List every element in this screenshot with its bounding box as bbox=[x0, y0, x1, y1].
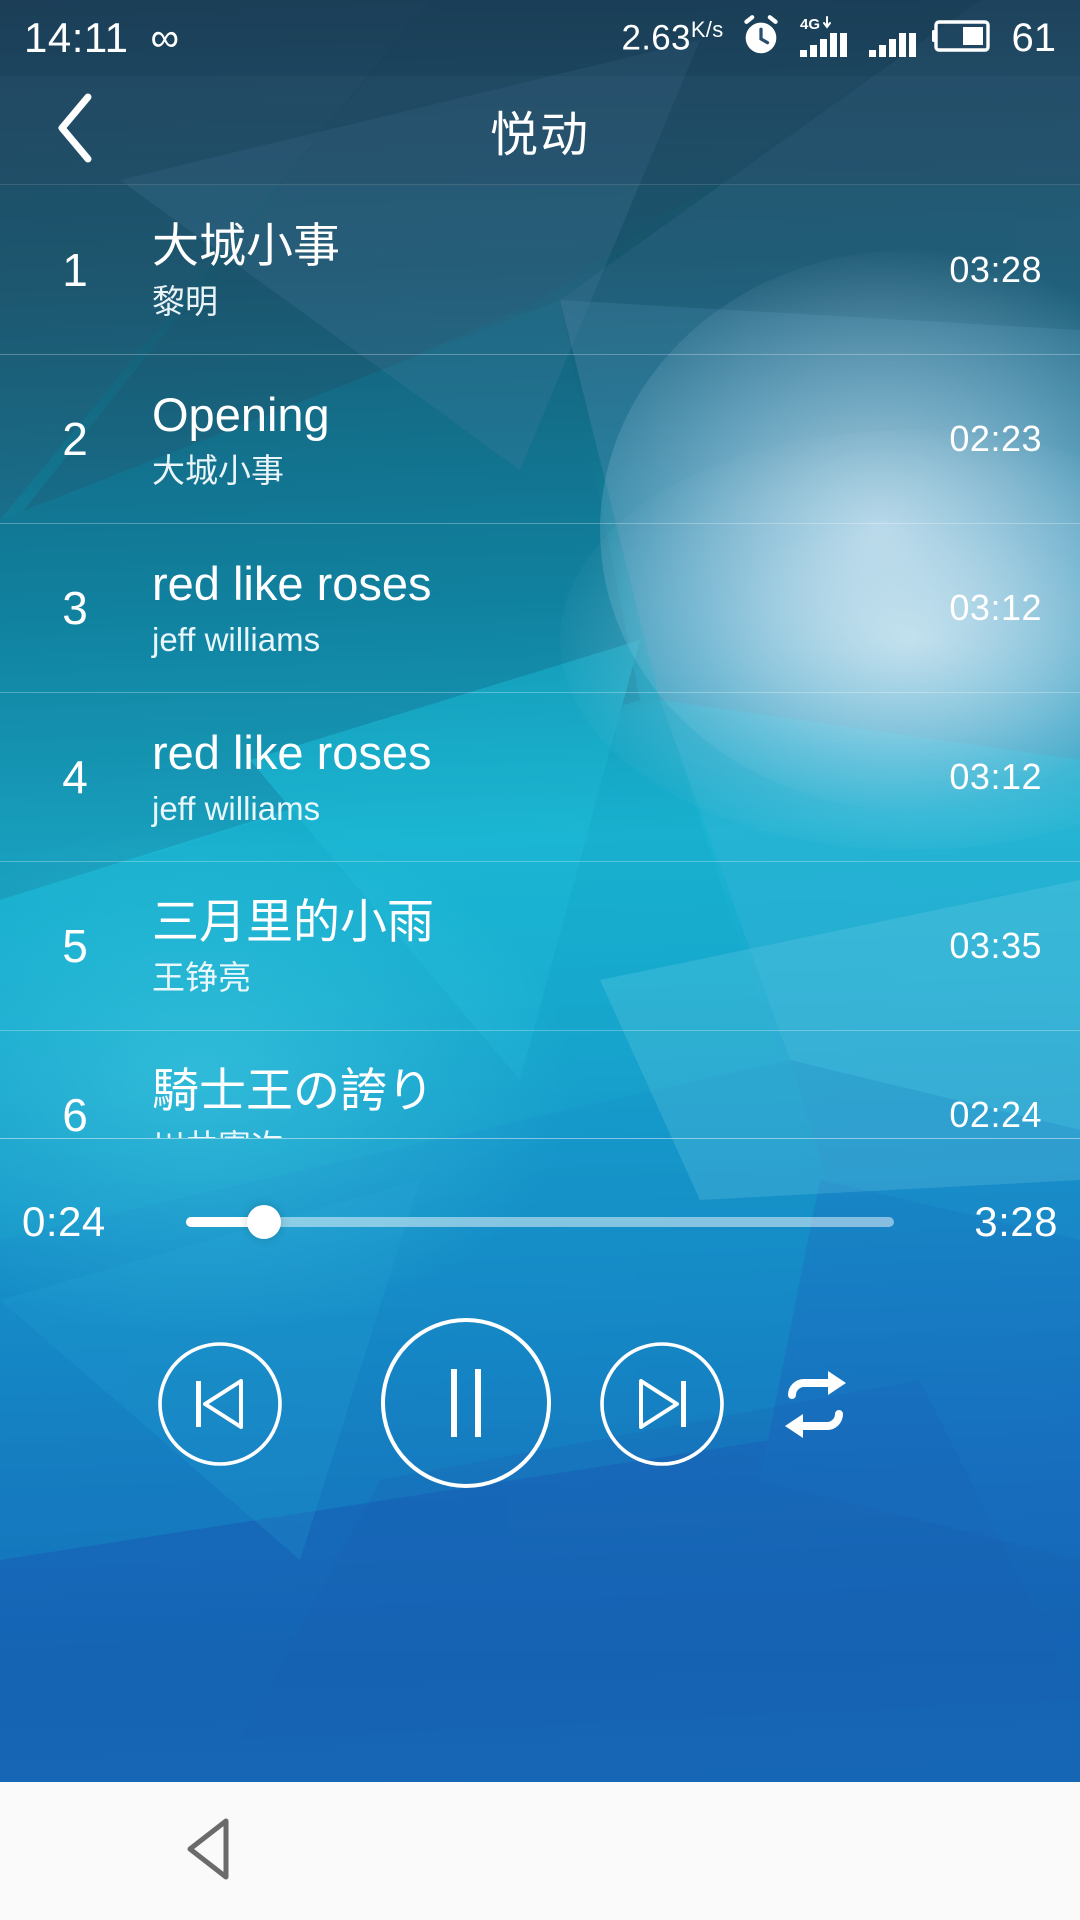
play-pause-button[interactable] bbox=[376, 1315, 556, 1495]
status-bar-right: 2.63K/s 4G 61 bbox=[621, 13, 1056, 64]
table-row[interactable]: 4 red like roses jeff williams 03:12 bbox=[0, 693, 1080, 862]
song-title: red like roses bbox=[152, 726, 432, 780]
pause-icon bbox=[376, 1313, 556, 1498]
song-artist: 大城小事 bbox=[152, 451, 284, 489]
total-time-label: 3:28 bbox=[974, 1198, 1058, 1245]
song-artist: jeff williams bbox=[152, 620, 321, 658]
row-index: 1 bbox=[62, 244, 88, 296]
seek-row: 0:24 3:28 bbox=[0, 1173, 1080, 1271]
table-row[interactable]: 5 三月里的小雨 王铮亮 03:35 bbox=[0, 862, 1080, 1031]
song-duration: 02:24 bbox=[949, 1094, 1042, 1135]
battery-icon bbox=[931, 17, 994, 60]
row-text: 三月里的小雨 王铮亮 bbox=[150, 894, 949, 998]
progress-slider[interactable] bbox=[186, 1205, 894, 1239]
row-index: 6 bbox=[62, 1089, 88, 1138]
song-artist: 黎明 bbox=[152, 282, 218, 320]
song-title: red like roses bbox=[152, 557, 432, 611]
nav-back-triangle-icon bbox=[176, 1813, 244, 1890]
page-title: 悦动 bbox=[489, 109, 590, 162]
song-title: 騎士王の誇り bbox=[152, 1064, 434, 1118]
svg-text:4G: 4G bbox=[800, 16, 820, 33]
song-title: 大城小事 bbox=[152, 219, 340, 273]
playback-controls bbox=[0, 1313, 1080, 1553]
system-nav-bar bbox=[0, 1782, 1080, 1920]
row-index: 4 bbox=[62, 751, 88, 803]
table-row[interactable]: 3 red like roses jeff williams 03:12 bbox=[0, 524, 1080, 693]
song-artist: 川井憲次 bbox=[152, 1126, 949, 1138]
table-row[interactable]: 1 大城小事 黎明 03:28 bbox=[0, 186, 1080, 355]
signal-bars-icon bbox=[868, 13, 918, 64]
status-bar: 14:11 ∞ 2.63K/s 4G 61 bbox=[0, 0, 1080, 76]
row-index: 2 bbox=[62, 413, 88, 465]
row-text: red like roses jeff williams bbox=[150, 725, 949, 829]
next-button[interactable] bbox=[597, 1341, 727, 1471]
title-bar: 悦动 bbox=[0, 76, 1080, 185]
battery-percent-label: 61 bbox=[1011, 15, 1057, 60]
progress-thumb[interactable] bbox=[246, 1205, 281, 1239]
back-button[interactable] bbox=[0, 76, 150, 185]
row-text: Opening 大城小事 bbox=[150, 387, 949, 491]
table-row[interactable]: 2 Opening 大城小事 02:23 bbox=[0, 355, 1080, 524]
song-duration: 03:12 bbox=[949, 587, 1042, 628]
infinity-icon: ∞ bbox=[150, 16, 180, 60]
skip-next-icon bbox=[597, 1339, 727, 1474]
song-artist: 王铮亮 bbox=[152, 958, 251, 996]
status-clock: 14:11 bbox=[24, 14, 129, 61]
phone-screen: 14:11 ∞ 2.63K/s 4G 61 悦动 1 大城小事 黎明 03:28… bbox=[0, 0, 1080, 1920]
song-artist: jeff williams bbox=[152, 789, 321, 827]
song-title: 三月里的小雨 bbox=[152, 895, 434, 949]
row-text: red like roses jeff williams bbox=[150, 556, 949, 660]
nav-back-button[interactable] bbox=[150, 1782, 270, 1920]
row-index: 5 bbox=[62, 920, 88, 972]
song-duration: 03:35 bbox=[949, 925, 1042, 966]
repeat-icon bbox=[768, 1357, 863, 1457]
row-text: 大城小事 黎明 bbox=[150, 218, 949, 322]
song-duration: 02:23 bbox=[949, 418, 1042, 459]
chevron-left-icon bbox=[52, 91, 98, 170]
status-bar-left: 14:11 ∞ bbox=[24, 14, 179, 62]
previous-button[interactable] bbox=[155, 1341, 285, 1471]
player-panel: 0:24 3:28 bbox=[0, 1138, 1080, 1782]
row-text: 騎士王の誇り 川井憲次 bbox=[150, 1063, 949, 1138]
song-duration: 03:12 bbox=[949, 756, 1042, 797]
signal-4g-icon: 4G bbox=[798, 13, 854, 64]
repeat-mode-button[interactable] bbox=[768, 1359, 863, 1454]
row-index: 3 bbox=[62, 582, 88, 634]
song-duration: 03:28 bbox=[949, 249, 1042, 290]
network-speed-label: 2.63K/s bbox=[621, 17, 724, 58]
song-list[interactable]: 1 大城小事 黎明 03:28 2 Opening 大城小事 02:23 3 r… bbox=[0, 186, 1080, 1138]
skip-previous-icon bbox=[155, 1339, 285, 1474]
alarm-clock-icon bbox=[738, 13, 784, 64]
song-title: Opening bbox=[152, 388, 330, 442]
current-time-label: 0:24 bbox=[22, 1198, 106, 1245]
table-row[interactable]: 6 騎士王の誇り 川井憲次 02:24 bbox=[0, 1031, 1080, 1138]
